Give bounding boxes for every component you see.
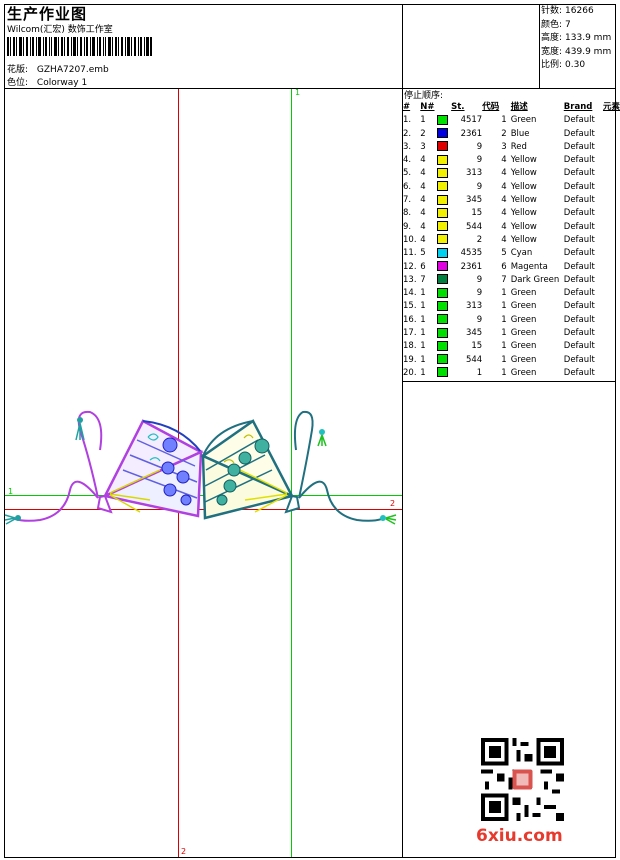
- right-fan: [200, 410, 397, 525]
- qr-code: [481, 738, 564, 821]
- watermark: 6xiu.com: [476, 826, 563, 846]
- left-fan: [4, 410, 204, 525]
- embroidery-design: [4, 410, 397, 525]
